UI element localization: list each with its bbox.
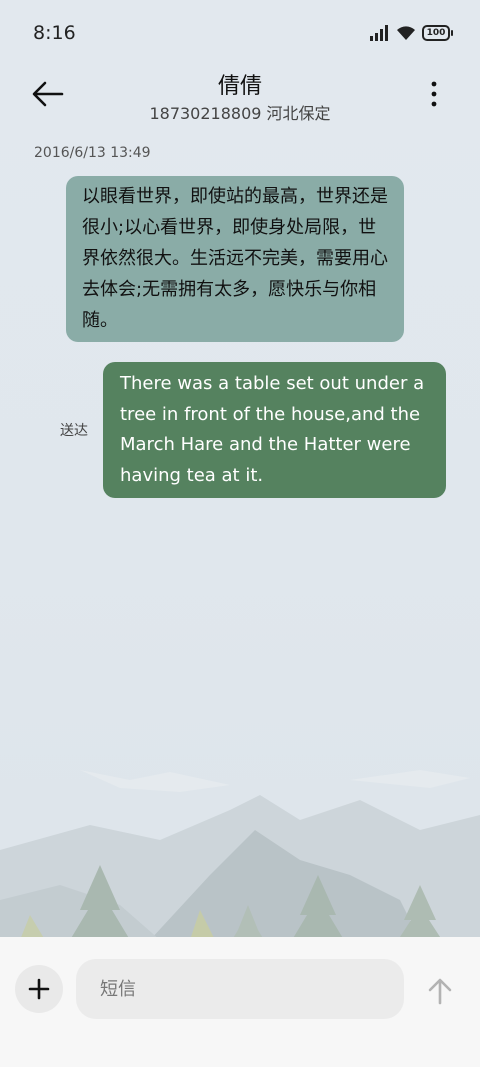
plus-icon	[28, 978, 50, 1000]
delivery-status: 送达	[60, 423, 88, 439]
signal-icon	[370, 25, 388, 41]
battery-icon: 100	[422, 25, 453, 41]
conversation-header: 倩倩 18730218809 河北保定	[0, 66, 480, 130]
mountain-scenery	[0, 770, 480, 940]
status-time: 8:16	[33, 22, 76, 44]
more-vertical-icon[interactable]	[424, 80, 444, 108]
message-input[interactable]	[76, 959, 404, 1019]
status-bar: 8:16 100	[0, 0, 480, 66]
incoming-message-bubble[interactable]: 以眼看世界，即使站的最高，世界还是很小;以心看世界，即使身处局限，世界依然很大。…	[66, 176, 404, 342]
contact-info: 18730218809 河北保定	[149, 104, 331, 123]
send-arrow-icon[interactable]	[424, 975, 456, 1007]
contact-name: 倩倩	[217, 74, 262, 99]
outgoing-message-bubble[interactable]: There was a table set out under a tree i…	[103, 362, 446, 498]
add-attachment-button[interactable]	[15, 965, 63, 1013]
status-icons: 100	[370, 24, 453, 42]
wifi-icon	[397, 26, 415, 40]
battery-level: 100	[426, 28, 446, 38]
composer-bar	[0, 937, 480, 1067]
message-timestamp: 2016/6/13 13:49	[34, 145, 151, 161]
